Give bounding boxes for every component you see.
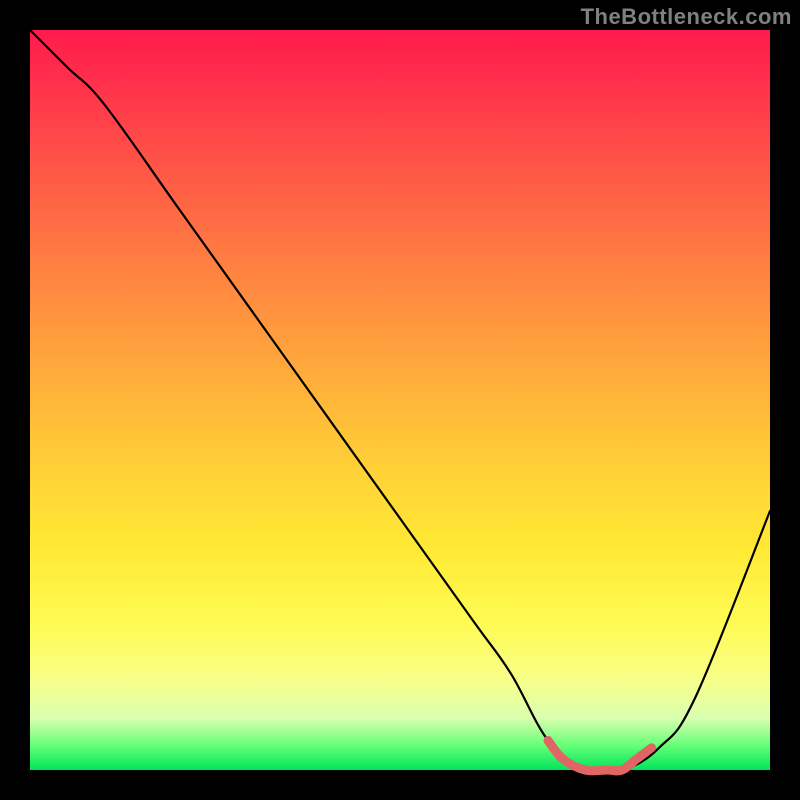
bottleneck-curve-line	[30, 30, 770, 774]
optimal-band-line	[548, 740, 652, 770]
chart-frame: TheBottleneck.com	[0, 0, 800, 800]
attribution-text: TheBottleneck.com	[581, 4, 792, 30]
curve-overlay	[30, 30, 770, 770]
